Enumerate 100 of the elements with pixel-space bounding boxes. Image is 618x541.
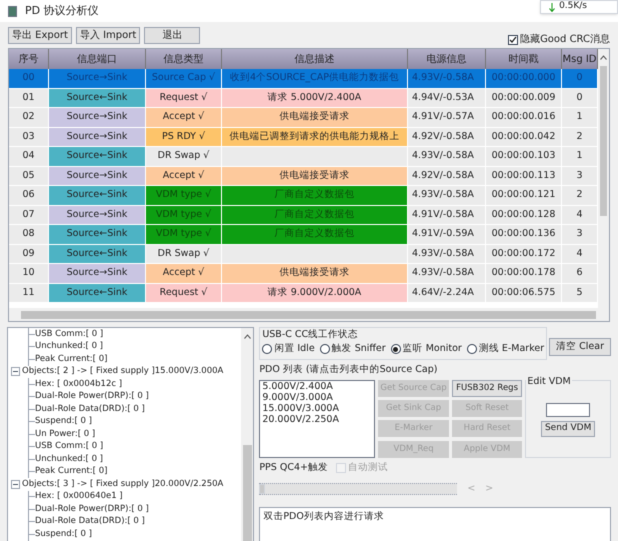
clear-button[interactable]: 清空 Clear	[549, 338, 611, 356]
table-cell: 3	[576, 227, 583, 242]
toolbar-button[interactable]: 退出	[144, 26, 200, 44]
table-cell: 5	[576, 286, 583, 300]
table-row[interactable]: 07 Source→Sink VDM type √ 厂商自定义数据包 4.91V/-0.58A 00:00:00.128 4	[9, 206, 598, 225]
table-cell: 2	[576, 188, 583, 202]
table-cell: 00:00:00.113	[492, 168, 556, 183]
table-row[interactable]: 05 Source→Sink Accept √ 供电端接受请求 4.92V/-0.58A 00:00:00.113 3	[9, 166, 598, 186]
radio-label: 触发 Sniffer	[332, 342, 386, 356]
table-cell: Source←Sink	[66, 188, 128, 202]
tree-item[interactable]: Peak Current:[ 0]	[35, 352, 108, 366]
table-cell: 4.93V/-0.58A	[412, 246, 474, 261]
table-cell: 00:00:00.128	[492, 208, 556, 222]
tree-item[interactable]: Peak Current:[ 0]	[35, 465, 108, 478]
table-row[interactable]: 03 Source→Sink PS RDY √ 供电端已调整到请求的供电能力规格上 4.92V/-0.58A 00:00:00.042 2	[9, 128, 598, 147]
table-cell: Request √	[160, 286, 208, 300]
table-row[interactable]: 01 Source←Sink Request √ 请求 5.000V/2.400A 4.94V/-0.53A 00:00:00.009 0	[9, 88, 598, 108]
tree-item[interactable]: Dual-Role Power(DRP):[ 0 ]	[35, 502, 149, 516]
tree-item[interactable]: Unchunked:[ 0 ]	[35, 340, 103, 354]
list-item[interactable]: 9.000V/3.000A	[262, 392, 372, 403]
table-cell: VDM type √	[156, 188, 212, 202]
table-cell: 3	[576, 168, 583, 183]
table-cell: 4.93V/-0.58A	[412, 266, 474, 280]
tree-item[interactable]: USB Comm:[ 0 ]	[35, 440, 104, 454]
checkbox[interactable]	[508, 34, 518, 44]
tree-item[interactable]: USB Comm:[ 0 ]	[35, 328, 104, 341]
vertical-scrollbar[interactable]	[598, 49, 609, 308]
table-cell: 06	[22, 188, 35, 202]
window-title: PD 协议分析仪	[25, 2, 99, 19]
tree-item[interactable]: Dual-Role Data(DRD):[ 0 ]	[35, 515, 145, 528]
tree-item[interactable]: Dual-Role Power(DRP):[ 0 ]	[35, 390, 149, 404]
table-cell: 00:00:00.042	[492, 130, 556, 144]
table-cell: Source→Sink	[66, 208, 128, 222]
tree-item[interactable]: Un Power:[ 0 ]	[35, 428, 96, 441]
table-cell: 2	[576, 130, 583, 144]
tree-item[interactable]: Hex: [ 0x0004b12c ]	[35, 378, 122, 391]
tree-item[interactable]: Objects:[ 3 ] -> [ Fixed supply ]20.000V/2.250A	[22, 478, 224, 491]
tree-item[interactable]: Suspend:[ 0 ]	[35, 528, 92, 541]
table-cell: 厂商自定义数据包	[274, 188, 354, 202]
tree-item[interactable]: Dual-Role Data(DRD):[ 0 ]	[35, 402, 145, 416]
table-cell: VDM type √	[156, 208, 212, 222]
slider-thumb[interactable]	[259, 484, 266, 494]
pdo-list[interactable]: 5.000V/2.400A 9.000V/3.000A 15.000V/3.000A 20.000V/2.250A	[259, 380, 376, 458]
scroll-up-icon[interactable]	[600, 55, 607, 60]
list-item[interactable]: 20.000V/2.250A	[262, 414, 372, 425]
speed-text: 0.5K/s	[559, 0, 587, 14]
table-cell: 供电端接受请求	[280, 110, 350, 124]
toolbar-button[interactable]: 导入 Import	[76, 26, 140, 44]
table-cell: Source→Sink	[66, 130, 128, 144]
tree-item[interactable]: Unchunked:[ 0 ]	[35, 452, 103, 466]
radio-button[interactable]	[262, 344, 272, 354]
vdm-input-field[interactable]	[546, 403, 590, 417]
table-cell: 09	[22, 246, 35, 261]
table-cell: 请求 5.000V/2.400A	[268, 90, 362, 105]
table-cell: 05	[22, 168, 35, 183]
tree-item[interactable]: Hex: [ 0x000640e1 ]	[35, 490, 123, 504]
table-row[interactable]: 10 Source→Sink Accept √ 供电端接受请求 4.93V/-0.58A 00:00:00.178 6	[9, 264, 598, 284]
table-cell: Request √	[160, 90, 208, 105]
table-cell: 1	[576, 149, 583, 164]
tree-item[interactable]: Objects:[ 2 ] -> [ Fixed supply ]15.000V/3.000A	[22, 365, 224, 378]
table-row[interactable]: 04 Source←Sink DR Swap √ 4.93V/-0.58A 00:00:00.103 1	[9, 147, 598, 166]
radio-button[interactable]	[390, 344, 401, 354]
table-cell: PS RDY √	[162, 130, 206, 144]
table-row[interactable]: 11 Source←Sink Request √ 请求 9.000V/2.000A 4.64V/-2.24A 00:00:06.575 5	[9, 284, 598, 303]
table-cell: 4.92V/-0.58A	[412, 168, 474, 183]
table-cell: Source←Sink	[66, 227, 128, 242]
pps-slider[interactable]	[259, 483, 458, 495]
app-icon	[8, 6, 17, 16]
table-cell: 厂商自定义数据包	[274, 227, 354, 242]
table-cell: 00:00:06.575	[492, 286, 556, 300]
checkbox-label: 自动测试	[348, 460, 388, 475]
group-title: USB-C CC线工作状态	[262, 328, 360, 342]
table-cell: 0	[576, 71, 583, 86]
list-item[interactable]: 5.000V/2.400A	[262, 380, 372, 392]
toolbar-button[interactable]: 导出 Export	[8, 26, 72, 44]
checkbox-label: 隐藏Good CRC消息	[520, 32, 610, 47]
table-cell: 4.93V/-0.58A	[412, 188, 474, 202]
collapse-icon[interactable]	[11, 367, 20, 376]
send-vdm-button[interactable]: Send VDM	[540, 421, 596, 437]
table-row[interactable]: 02 Source→Sink Accept √ 供电端接受请求 4.91V/-0.57A 00:00:00.016 1	[9, 108, 598, 128]
horizontal-scrollbar[interactable]	[9, 308, 609, 321]
table-cell: 4.91V/-0.57A	[412, 110, 474, 124]
table-row[interactable]: 08 Source←Sink VDM type √ 厂商自定义数据包 4.91V/-0.59A 00:00:00.136 3	[9, 225, 598, 244]
scroll-up-icon[interactable]	[244, 334, 251, 339]
table-cell: 11	[22, 286, 35, 300]
radio-button[interactable]	[320, 344, 330, 354]
radio-button[interactable]	[466, 344, 477, 354]
tree-item[interactable]: Suspend:[ 0 ]	[35, 415, 92, 428]
collapse-icon[interactable]	[11, 480, 20, 489]
table-cell: 02	[22, 110, 35, 124]
action-button[interactable]: FUSB302 Regs	[452, 380, 522, 397]
table-cell: 6	[576, 266, 583, 280]
table-row[interactable]: 09 Source←Sink DR Swap √ 4.93V/-0.58A 00:00:00.172 4	[9, 244, 598, 264]
table-row[interactable]: 06 Source←Sink VDM type √ 厂商自定义数据包 4.93V/-0.58A 00:00:00.121 2	[9, 186, 598, 206]
table-cell: DR Swap √	[158, 149, 210, 164]
table-cell: 4	[576, 246, 583, 261]
table-cell: 00:00:00.172	[492, 246, 556, 261]
vertical-scrollbar[interactable]	[241, 328, 254, 541]
list-item[interactable]: 15.000V/3.000A	[262, 402, 372, 414]
table-cell: 4.94V/-0.53A	[412, 90, 474, 105]
